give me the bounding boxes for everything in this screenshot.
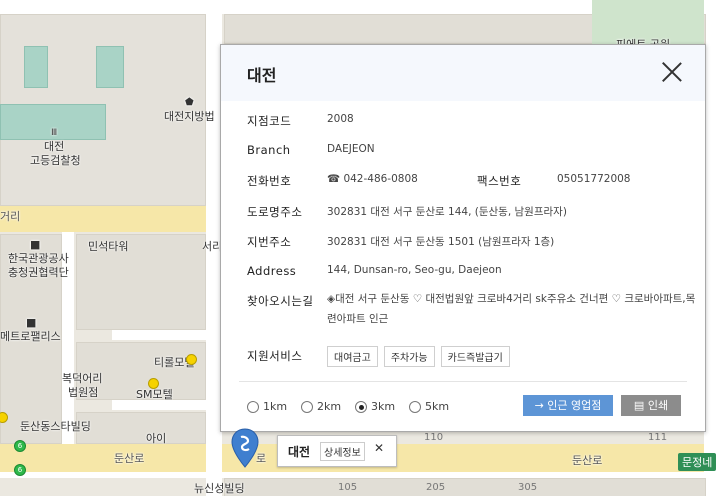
phone-label: 전화번호 (247, 174, 292, 188)
services-label: 지원서비스 (247, 349, 303, 363)
road-right (704, 0, 720, 496)
block-number: 205 (426, 482, 446, 493)
lot-address-value: 302831 대전 서구 둔산동 1501 (남원프라자 1층) (327, 236, 555, 248)
subway-icon[interactable]: 6 (14, 464, 26, 476)
radius-2km[interactable]: 2km (301, 400, 341, 413)
subway-icon[interactable]: 6 (14, 440, 26, 452)
label-road-left: 거리 (0, 210, 21, 223)
block-number: 111 (648, 432, 668, 443)
popup-title: 대전 (247, 66, 277, 85)
label-ai: 아이 (146, 432, 167, 445)
service-tag: 카드즉발급기 (440, 346, 510, 367)
directions-label: 찾아오시는길 (247, 294, 314, 308)
road-sign: 문정네 (678, 453, 717, 471)
block-number: 305 (518, 482, 538, 493)
service-tag: 주차가능 (383, 346, 435, 367)
branch-info-popup: 대전 지점코드 2008 Branch DAEJEON 전화번호 ☎ 042-4… (220, 44, 706, 432)
label-bokdeok-1: 복덕어리 (62, 372, 103, 385)
services-list: 대여금고 주차가능 카드즉발급기 (327, 346, 516, 367)
radius-5km[interactable]: 5km (409, 400, 449, 413)
phone-value[interactable]: 042-486-0808 (343, 173, 417, 185)
pin-tourism: ■ (30, 238, 40, 252)
code-value: 2008 (327, 113, 354, 125)
building-pin-icon: ■ (26, 316, 37, 329)
road-address-label: 도로명주소 (247, 205, 303, 219)
print-icon: ▤ (633, 399, 645, 412)
block-studio (76, 412, 206, 444)
label-prosecutor-2: 고등검찰청 (30, 154, 81, 167)
fax-label: 팩스번호 (477, 174, 522, 188)
landmark-icon: ⬟ (184, 97, 194, 108)
label-tourism-2: 충청권협력단 (8, 266, 69, 279)
label-tourism-1: 한국관광공사 (8, 252, 69, 265)
popup-divider (239, 381, 687, 382)
block-bottom (224, 478, 706, 496)
building-pin-icon: ■ (30, 238, 41, 251)
branch-label: Branch (247, 143, 291, 157)
lot-address-label: 지번주소 (247, 235, 292, 249)
marker-pin-icon[interactable] (230, 428, 260, 468)
fax-value: 05051772008 (557, 173, 631, 185)
block-number: 105 (338, 482, 358, 493)
label-sm: SM모텔 (136, 388, 173, 401)
print-button[interactable]: ▤ 인쇄 (621, 395, 681, 416)
detail-button[interactable]: 상세정보 (320, 442, 365, 461)
radius-1km[interactable]: 1km (247, 400, 287, 413)
label-studio: 둔산동스타빌딩 (20, 420, 91, 433)
pin-metro: ■ (26, 316, 36, 330)
poi-dot[interactable] (148, 378, 159, 389)
radio-icon[interactable] (247, 401, 259, 413)
poi-dot[interactable] (186, 354, 197, 365)
branch-value: DAEJEON (327, 143, 375, 155)
marker-name: 대전 (288, 445, 311, 459)
phone-value-wrap: ☎ 042-486-0808 (327, 173, 418, 185)
building-icon: Ⅲ (51, 128, 58, 138)
label-court: ⬟ 대전지방법 (164, 97, 215, 123)
road-inner-1 (112, 330, 208, 340)
close-icon[interactable]: ✕ (374, 441, 384, 455)
code-label: 지점코드 (247, 114, 292, 128)
radio-icon[interactable] (409, 401, 421, 413)
label-minseok: 민석타워 (88, 240, 129, 253)
block-number: 110 (424, 432, 444, 443)
nearby-branch-button[interactable]: → 인근 영업점 (523, 395, 613, 416)
radio-icon[interactable] (301, 401, 313, 413)
marker-label: 대전 상세정보 ✕ (277, 435, 397, 467)
phone-icon: ☎ (327, 173, 341, 185)
radio-selected-icon[interactable] (355, 401, 367, 413)
road-address-value: 302831 대전 서구 둔산로 144, (둔산동, 남원프라자) (327, 206, 567, 218)
address-value: 144, Dunsan-ro, Seo-gu, Daejeon (327, 264, 502, 276)
building-2 (96, 46, 124, 88)
label-nyushin: 뉴신성빌딩 (194, 482, 245, 495)
address-label: Address (247, 264, 297, 278)
label-dunsan-road-2: 둔산로 (572, 454, 603, 467)
close-icon[interactable] (661, 61, 683, 83)
label-metro: 메트로팰리스 (0, 330, 61, 343)
label-dunsan-road-1: 둔산로 (114, 452, 145, 465)
service-tag: 대여금고 (327, 346, 378, 367)
popup-header: 대전 (221, 45, 705, 101)
label-bokdeok-2: 법원점 (68, 386, 99, 399)
label-prosecutor: Ⅲ 대전 (44, 128, 65, 153)
radius-3km[interactable]: 3km (355, 400, 395, 413)
building-1 (24, 46, 48, 88)
directions-value: ◈대전 서구 둔산동 ♡ 대전법원앞 크로바4거리 sk주유소 건너편 ♡ 크로… (327, 293, 696, 325)
